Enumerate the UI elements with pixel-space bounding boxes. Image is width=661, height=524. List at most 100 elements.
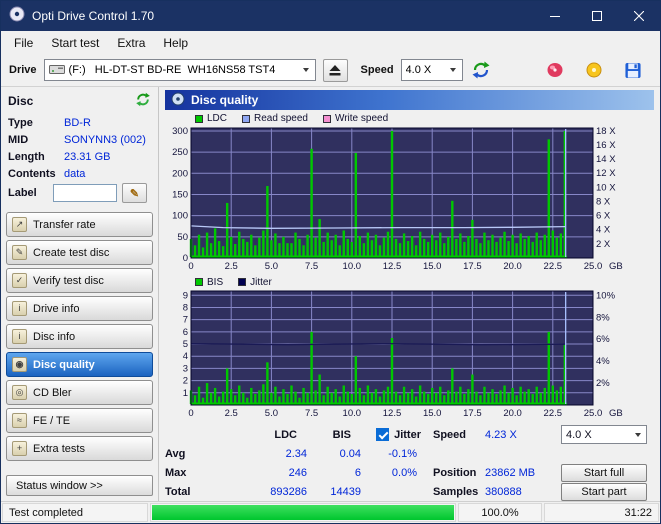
sidebar-item-disc-info[interactable]: i Disc info bbox=[6, 324, 153, 349]
sidebar-item-drive-info[interactable]: i Drive info bbox=[6, 296, 153, 321]
contents-value: data bbox=[64, 167, 86, 180]
elapsed-time: 31:22 bbox=[544, 503, 659, 522]
jitter-swatch bbox=[238, 278, 247, 287]
samples-stat-value: 380888 bbox=[485, 485, 522, 498]
sidebar-item-cd-bler[interactable]: ◎ CD Bler bbox=[6, 380, 153, 405]
speed-value: 4.0 X bbox=[405, 64, 432, 76]
bis-column-header: BIS bbox=[332, 428, 351, 441]
sidebar-item-extra-tests[interactable]: + Extra tests bbox=[6, 436, 153, 461]
ldc-total: 893286 bbox=[270, 485, 307, 498]
edit-label-button[interactable]: ✎ bbox=[122, 183, 147, 203]
sidebar-item-create-test-disc[interactable]: ✎ Create test disc bbox=[6, 240, 153, 265]
svg-text:16 X: 16 X bbox=[596, 139, 616, 150]
speed-label: Speed bbox=[360, 64, 394, 76]
nav-label: Transfer rate bbox=[33, 218, 96, 231]
refresh-speeds-icon[interactable] bbox=[470, 60, 492, 80]
status-text: Test completed bbox=[2, 503, 148, 522]
type-value: BD-R bbox=[64, 116, 91, 129]
svg-text:6 X: 6 X bbox=[596, 210, 611, 221]
position-stat-value: 23862 MB bbox=[485, 466, 536, 479]
length-label: Length bbox=[8, 150, 45, 163]
svg-text:2.5: 2.5 bbox=[225, 408, 238, 419]
svg-text:6: 6 bbox=[183, 327, 188, 338]
svg-text:22.5: 22.5 bbox=[544, 408, 563, 419]
samples-stat-label: Samples bbox=[433, 485, 479, 498]
sidebar-nav: ↗ Transfer rate ✎ Create test disc ✓ Ver… bbox=[6, 212, 153, 461]
fe-te-icon: ≈ bbox=[12, 413, 27, 428]
sidebar-item-fe-te[interactable]: ≈ FE / TE bbox=[6, 408, 153, 433]
titlebar[interactable]: Opti Drive Control 1.70 bbox=[1, 1, 660, 31]
menu-help[interactable]: Help bbox=[154, 33, 197, 53]
label-input[interactable] bbox=[53, 184, 117, 202]
type-label: Type bbox=[8, 116, 33, 129]
menu-file[interactable]: File bbox=[5, 33, 42, 53]
progress-bar bbox=[150, 503, 456, 522]
svg-text:150: 150 bbox=[172, 189, 188, 200]
minimize-button[interactable] bbox=[534, 1, 576, 31]
total-row-label: Total bbox=[165, 485, 191, 498]
disc-quality-icon: ◉ bbox=[12, 357, 27, 372]
svg-text:14 X: 14 X bbox=[596, 154, 616, 165]
chevron-down-icon bbox=[629, 426, 646, 443]
svg-text:6%: 6% bbox=[596, 334, 610, 345]
svg-text:8: 8 bbox=[183, 302, 188, 313]
drive-label: Drive bbox=[9, 64, 37, 76]
svg-text:50: 50 bbox=[177, 231, 188, 242]
svg-text:7.5: 7.5 bbox=[305, 408, 318, 419]
bis-avg: 0.04 bbox=[339, 447, 361, 460]
verify-test-disc-icon: ✓ bbox=[12, 273, 27, 288]
maximize-button[interactable] bbox=[576, 1, 618, 31]
svg-text:0: 0 bbox=[188, 261, 193, 272]
disc-label-row: Label ✎ bbox=[6, 182, 153, 204]
drive-select[interactable]: (F:) HL-DT-ST BD-RE WH16NS58 TST4 bbox=[43, 59, 316, 81]
avg-row-label: Avg bbox=[165, 447, 186, 460]
burn-disc-icon[interactable] bbox=[583, 60, 605, 80]
sidebar-item-disc-quality[interactable]: ◉ Disc quality bbox=[6, 352, 153, 377]
drive-info-icon: i bbox=[12, 301, 27, 316]
nav-label: Extra tests bbox=[33, 442, 85, 455]
svg-text:10 X: 10 X bbox=[596, 182, 616, 193]
svg-text:10%: 10% bbox=[596, 290, 616, 301]
speed-combo-value: 4.0 X bbox=[566, 428, 592, 441]
erase-disc-icon[interactable] bbox=[544, 60, 566, 80]
bis-total: 14439 bbox=[330, 485, 361, 498]
app-window: Opti Drive Control 1.70 File Start test … bbox=[0, 0, 661, 524]
sidebar-item-transfer-rate[interactable]: ↗ Transfer rate bbox=[6, 212, 153, 237]
progress-bar-fill bbox=[152, 505, 454, 520]
speed-select-bottom[interactable]: 4.0 X bbox=[561, 425, 647, 444]
jitter-checkbox[interactable] bbox=[376, 428, 390, 441]
svg-text:4 X: 4 X bbox=[596, 224, 611, 235]
drive-value: (F:) HL-DT-ST BD-RE WH16NS58 TST4 bbox=[68, 64, 276, 76]
svg-text:200: 200 bbox=[172, 168, 188, 179]
svg-text:3: 3 bbox=[183, 363, 188, 374]
svg-text:4%: 4% bbox=[596, 356, 610, 367]
nav-label: Disc info bbox=[33, 330, 76, 343]
legend-ldc: LDC bbox=[195, 113, 227, 124]
svg-text:300: 300 bbox=[172, 126, 188, 137]
close-button[interactable] bbox=[618, 1, 660, 31]
svg-text:0: 0 bbox=[188, 408, 193, 419]
start-part-button[interactable]: Start part bbox=[561, 482, 647, 501]
svg-text:25.0: 25.0 bbox=[584, 261, 603, 272]
save-icon[interactable] bbox=[622, 60, 644, 80]
svg-text:GB: GB bbox=[609, 408, 623, 419]
svg-text:9: 9 bbox=[183, 290, 188, 301]
eject-button[interactable] bbox=[322, 58, 348, 82]
disc-type-row: Type BD-R bbox=[6, 114, 153, 131]
menu-start-test[interactable]: Start test bbox=[42, 33, 108, 53]
app-icon bbox=[9, 6, 25, 27]
jitter-avg: -0.1% bbox=[388, 447, 417, 460]
status-window-button[interactable]: Status window >> bbox=[6, 475, 153, 496]
start-full-button[interactable]: Start full bbox=[561, 463, 647, 482]
write-speed-swatch bbox=[322, 114, 331, 123]
speed-select[interactable]: 4.0 X bbox=[400, 59, 463, 81]
disc-mid-row: MID SONYNN3 (002) bbox=[6, 131, 153, 148]
drive-icon bbox=[48, 63, 65, 78]
transfer-rate-icon: ↗ bbox=[12, 217, 27, 232]
sidebar-item-verify-test-disc[interactable]: ✓ Verify test disc bbox=[6, 268, 153, 293]
disc-contents-row: Contents data bbox=[6, 165, 153, 182]
create-test-disc-icon: ✎ bbox=[12, 245, 27, 260]
menu-extra[interactable]: Extra bbox=[108, 33, 154, 53]
svg-text:250: 250 bbox=[172, 147, 188, 158]
refresh-disc-icon[interactable] bbox=[135, 92, 151, 110]
